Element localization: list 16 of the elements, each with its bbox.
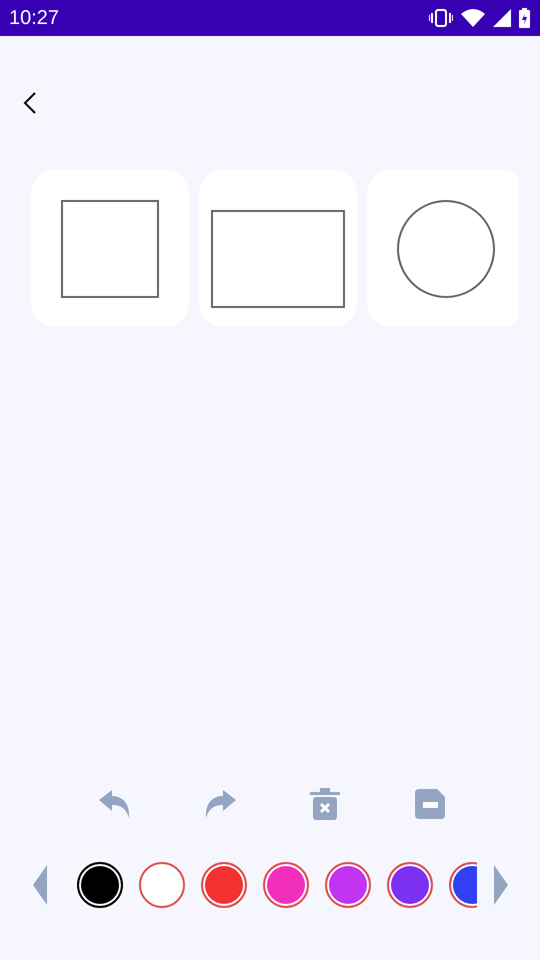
- color-swatch[interactable]: [139, 862, 185, 908]
- wifi-icon: [461, 9, 485, 27]
- color-swatch[interactable]: [77, 862, 123, 908]
- battery-icon: [519, 8, 530, 28]
- shape-card[interactable]: [31, 170, 189, 327]
- color-swatch[interactable]: [201, 862, 247, 908]
- shape-card[interactable]: [199, 170, 357, 327]
- delete-button[interactable]: [307, 786, 342, 822]
- signal-icon: [493, 9, 511, 27]
- save-button[interactable]: [412, 786, 447, 822]
- color-swatch[interactable]: [263, 862, 309, 908]
- color-swatch[interactable]: [325, 862, 371, 908]
- shape-card[interactable]: [367, 170, 518, 327]
- vibrate-icon: [429, 9, 453, 27]
- color-swatch[interactable]: [387, 862, 433, 908]
- status-time: 10:27: [9, 6, 60, 30]
